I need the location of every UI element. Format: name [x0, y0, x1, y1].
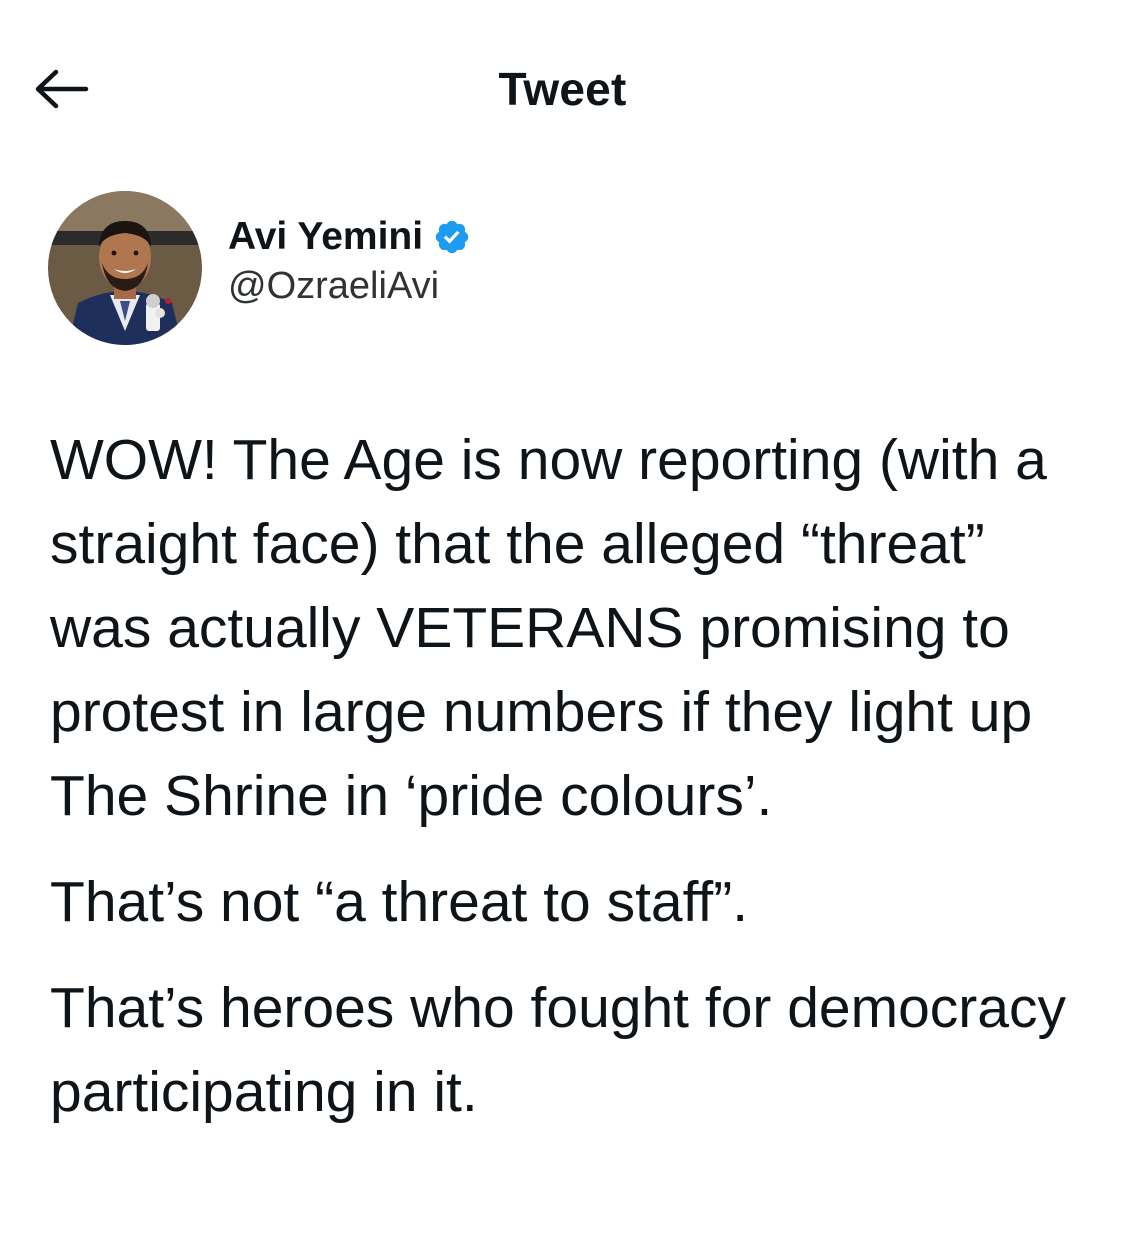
tweet-paragraph: WOW! The Age is now reporting (with a st…	[50, 428, 1047, 828]
avatar[interactable]	[48, 191, 202, 345]
author-handle[interactable]: @OzraeliAvi	[228, 265, 471, 308]
verified-badge-icon	[433, 218, 471, 256]
tweet-author: Avi Yemini @OzraeliAvi	[48, 190, 471, 346]
tweet-paragraph: That’s not “a threat to staff”.	[50, 870, 749, 934]
author-info: Avi Yemini @OzraeliAvi	[228, 215, 471, 308]
author-name[interactable]: Avi Yemini	[228, 215, 423, 259]
author-name-row: Avi Yemini	[228, 215, 471, 259]
page-title: Tweet	[498, 63, 627, 115]
tweet-text: WOW! The Age is now reporting (with a st…	[50, 418, 1100, 1134]
top-bar: Tweet	[0, 0, 1125, 180]
tweet-paragraph: That’s heroes who fought for democracy p…	[50, 976, 1066, 1124]
